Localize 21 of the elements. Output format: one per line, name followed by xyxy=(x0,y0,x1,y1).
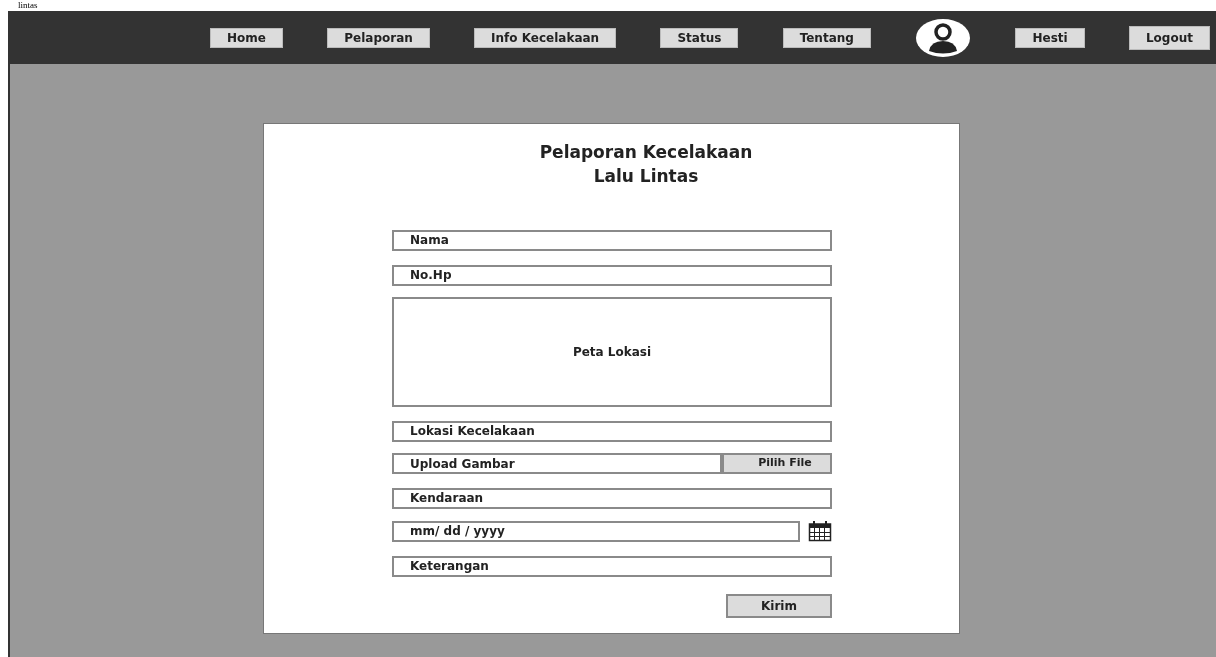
nav-button[interactable]: Home xyxy=(210,27,283,48)
file-name-field[interactable]: Upload Gambar xyxy=(392,453,722,474)
choose-file-button[interactable]: Pilih File xyxy=(722,453,832,474)
text-field[interactable]: No.Hp xyxy=(392,264,832,286)
map-area[interactable]: Peta Lokasi xyxy=(392,297,832,407)
text-field[interactable]: Kendaraan xyxy=(392,487,832,509)
calendar-icon[interactable] xyxy=(808,520,832,542)
nav-button[interactable]: Tentang xyxy=(782,27,871,48)
logout-button[interactable]: Logout xyxy=(1128,25,1210,50)
text-field[interactable]: Keterangan xyxy=(392,555,832,577)
nav-button[interactable]: Status xyxy=(660,27,739,48)
caption-text: lintas xyxy=(18,0,38,11)
date-field[interactable]: mm/ dd / yyyy xyxy=(392,520,800,542)
nav-button[interactable]: Info Kecelakaan xyxy=(474,27,617,48)
nav-button[interactable]: Pelaporan xyxy=(327,27,430,48)
text-field[interactable]: Nama xyxy=(392,229,832,251)
form-title: Pelaporan Kecelakaan Lalu Lintas xyxy=(539,141,753,188)
submit-button[interactable]: Kirim xyxy=(726,594,832,618)
username-label: Hesti xyxy=(1015,27,1085,48)
user-avatar-icon[interactable] xyxy=(915,17,972,58)
text-field[interactable]: Lokasi Kecelakaan xyxy=(392,420,832,442)
